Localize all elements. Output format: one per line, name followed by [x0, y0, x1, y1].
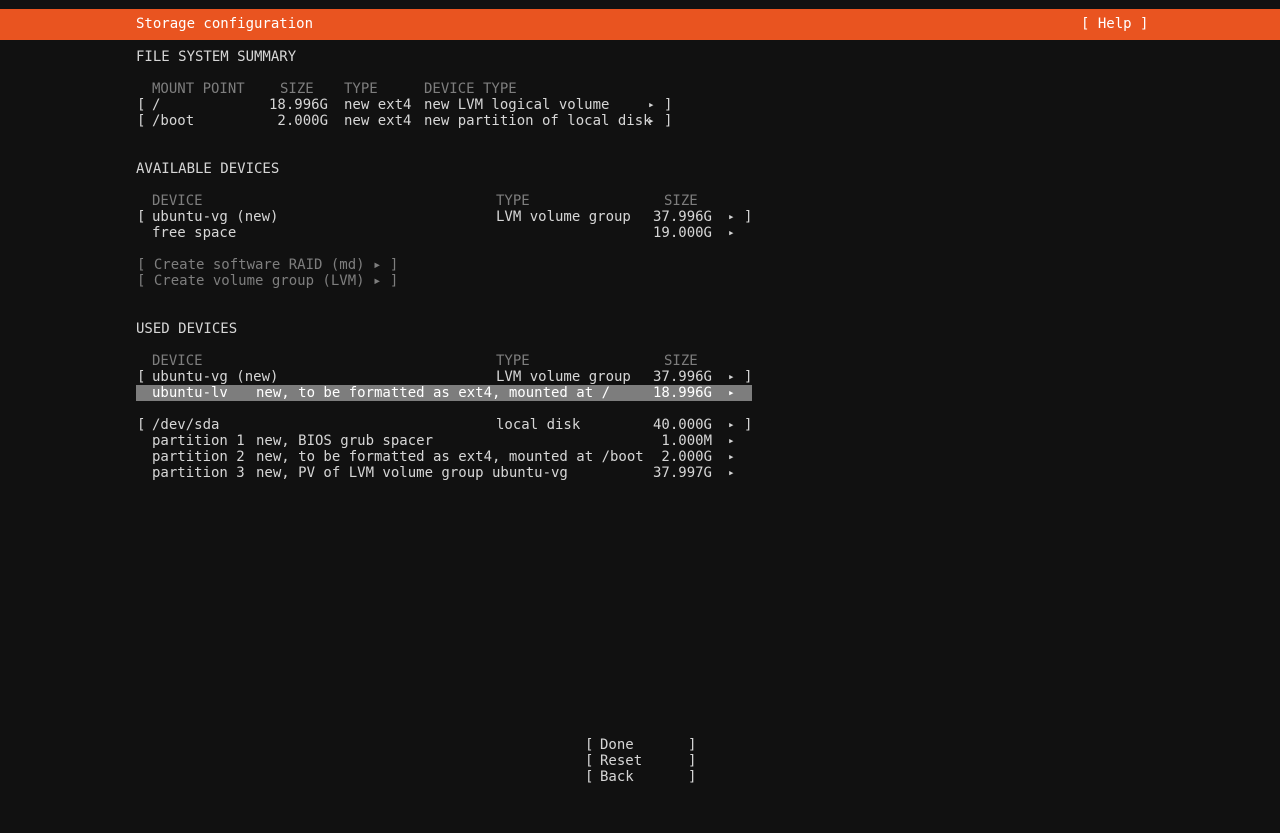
help-button[interactable]: [ Help ] [1081, 16, 1148, 32]
child-name: partition 1 [152, 433, 245, 449]
done-label: Done [600, 737, 634, 753]
col-size: SIZE [664, 353, 698, 369]
device-size: 37.996G [652, 209, 712, 225]
device-type: new LVM logical volume [424, 97, 610, 113]
device-size: 19.000G [652, 225, 712, 241]
device-name: ubuntu-vg (new) [152, 369, 279, 385]
bracket-open: [ [137, 417, 146, 433]
col-size: SIZE [280, 81, 314, 97]
child-size: 18.996G [652, 385, 712, 401]
size: 2.000G [277, 113, 328, 129]
device-type: LVM volume group [496, 209, 631, 225]
top-strip [0, 0, 1280, 8]
col-type: TYPE [496, 193, 530, 209]
fs-summary-row[interactable]: [ / 18.996G new ext4 new LVM logical vol… [0, 97, 1280, 113]
device-type: LVM volume group [496, 369, 631, 385]
arrow-icon: ▸ [728, 210, 735, 223]
bracket-close: ] [664, 97, 673, 113]
bracket-open: [ [137, 113, 146, 129]
bracket-close: ] [688, 753, 697, 769]
size: 18.996G [268, 97, 328, 113]
child-name: ubuntu-lv [152, 385, 228, 401]
reset-button[interactable]: [ Reset ] [0, 753, 1280, 769]
bracket-close: ] [744, 369, 753, 385]
bracket-open: [ [585, 753, 594, 769]
col-device: DEVICE [152, 193, 203, 209]
child-name: partition 3 [152, 465, 245, 481]
arrow-icon: ▸ [728, 434, 735, 447]
arrow-icon: ▸ [728, 226, 735, 239]
done-button[interactable]: [ Done ] [0, 737, 1280, 753]
bracket-close: ] [688, 737, 697, 753]
used-device-row[interactable]: [ ubuntu-vg (new) LVM volume group 37.99… [0, 369, 1280, 385]
bracket-close: ] [744, 417, 753, 433]
fs-summary-row[interactable]: [ /boot 2.000G new ext4 new partition of… [0, 113, 1280, 129]
arrow-icon: ▸ [648, 114, 655, 127]
child-name: partition 2 [152, 449, 245, 465]
child-description: new, to be formatted as ext4, mounted at… [256, 385, 611, 401]
available-devices-header: DEVICE TYPE SIZE [0, 193, 1280, 209]
create-raid-button[interactable]: [ Create software RAID (md) ▸ ] [137, 257, 398, 273]
device-type: new partition of local disk [424, 113, 652, 129]
arrow-icon: ▸ [728, 466, 735, 479]
child-description: new, BIOS grub spacer [256, 433, 434, 449]
child-size: 1.000M [661, 433, 712, 449]
arrow-icon: ▸ [728, 450, 735, 463]
col-type: TYPE [344, 81, 378, 97]
mount-point: /boot [152, 113, 195, 129]
bracket-open: [ [137, 209, 146, 225]
used-device-child-row[interactable]: partition 2 new, to be formatted as ext4… [0, 449, 1280, 465]
child-size: 2.000G [661, 449, 712, 465]
device-size: 40.000G [652, 417, 712, 433]
available-device-row[interactable]: [ ubuntu-vg (new) LVM volume group 37.99… [0, 209, 1280, 225]
child-size: 37.997G [652, 465, 712, 481]
device-name: free space [152, 225, 237, 241]
device-name: /dev/sda [152, 417, 220, 433]
bracket-open: [ [137, 369, 146, 385]
device-name: ubuntu-vg (new) [152, 209, 279, 225]
arrow-icon: ▸ [728, 386, 735, 399]
fs-summary-header: MOUNT POINT SIZE TYPE DEVICE TYPE [0, 81, 1280, 97]
used-device-row[interactable]: [ /dev/sda local disk 40.000G ▸ ] [0, 417, 1280, 433]
fs-type: new ext4 [344, 113, 412, 129]
used-devices-header: DEVICE TYPE SIZE [0, 353, 1280, 369]
child-description: new, to be formatted as ext4, mounted at… [256, 449, 644, 465]
used-device-child-row-selected[interactable]: ubuntu-lv new, to be formatted as ext4, … [136, 385, 752, 401]
title-bar: Storage configuration [ Help ] [0, 9, 1280, 40]
child-description: new, PV of LVM volume group ubuntu-vg [256, 465, 568, 481]
col-device-type: DEVICE TYPE [424, 81, 517, 97]
bracket-close: ] [688, 769, 697, 785]
used-device-child-row[interactable]: partition 1 new, BIOS grub spacer 1.000M… [0, 433, 1280, 449]
bracket-open: [ [585, 769, 594, 785]
bracket-close: ] [744, 209, 753, 225]
fs-summary-title: FILE SYSTEM SUMMARY [136, 49, 297, 65]
available-device-row[interactable]: free space 19.000G ▸ [0, 225, 1280, 241]
device-type: local disk [496, 417, 581, 433]
available-devices-title: AVAILABLE DEVICES [136, 161, 280, 177]
reset-label: Reset [600, 753, 643, 769]
mount-point: / [152, 97, 161, 113]
col-mount-point: MOUNT POINT [152, 81, 245, 97]
arrow-icon: ▸ [728, 370, 735, 383]
device-size: 37.996G [652, 369, 712, 385]
back-label: Back [600, 769, 634, 785]
bracket-open: [ [585, 737, 594, 753]
fs-type: new ext4 [344, 97, 412, 113]
col-device: DEVICE [152, 353, 203, 369]
bracket-open: [ [137, 97, 146, 113]
used-devices-title: USED DEVICES [136, 321, 238, 337]
col-type: TYPE [496, 353, 530, 369]
back-button[interactable]: [ Back ] [0, 769, 1280, 785]
used-device-child-row[interactable]: partition 3 new, PV of LVM volume group … [0, 465, 1280, 481]
page-title: Storage configuration [136, 16, 314, 32]
arrow-icon: ▸ [728, 418, 735, 431]
bracket-close: ] [664, 113, 673, 129]
arrow-icon: ▸ [648, 98, 655, 111]
create-volume-group-button[interactable]: [ Create volume group (LVM) ▸ ] [137, 273, 398, 289]
col-size: SIZE [664, 193, 698, 209]
